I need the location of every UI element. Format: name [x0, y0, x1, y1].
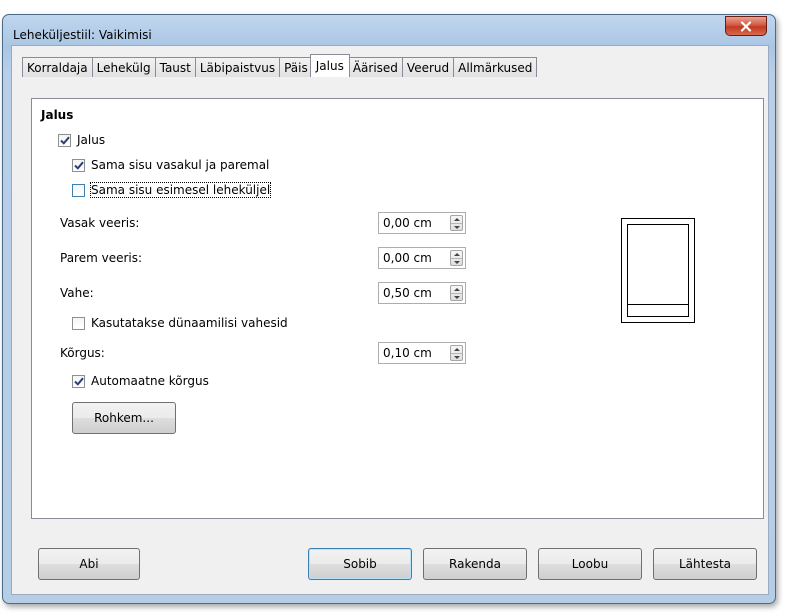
tab-aarised[interactable]: Äärised [347, 57, 403, 77]
help-button-label: Abi [79, 557, 99, 571]
right-margin-label: Parem veeris: [60, 251, 143, 265]
spin-arrows-icon[interactable] [450, 215, 463, 231]
checkmark-icon [73, 377, 84, 386]
footer-on-label: Jalus [77, 133, 106, 147]
same-first-page-checkbox-row[interactable]: Sama sisu esimesel leheküljel [72, 182, 272, 198]
tab-labipaistvus[interactable]: Läbipaistvus [194, 57, 281, 77]
left-margin-label: Vasak veeris: [60, 216, 140, 230]
tab-allmarkused[interactable]: Allmärkused [453, 57, 538, 77]
more-button[interactable]: Rohkem... [72, 402, 176, 434]
tab-label: Äärised [352, 60, 398, 75]
cancel-button-label: Loobu [571, 557, 609, 571]
spin-arrows-icon[interactable] [450, 345, 463, 361]
tab-jalus[interactable]: Jalus [309, 54, 350, 77]
apply-button[interactable]: Rakenda [423, 548, 527, 580]
left-margin-value[interactable]: 0,00 cm [383, 216, 432, 230]
tab-label: Taust [159, 60, 191, 75]
left-margin-spinbox[interactable]: 0,00 cm [378, 212, 466, 234]
help-button[interactable]: Abi [38, 548, 140, 580]
checkmark-icon [59, 136, 70, 145]
close-button[interactable] [725, 16, 767, 36]
tab-korraldaja[interactable]: Korraldaja [22, 57, 93, 77]
auto-height-label: Automaatne kõrgus [91, 374, 209, 388]
footer-on-checkbox[interactable] [58, 133, 71, 147]
tab-label: Jalus [315, 59, 344, 73]
tab-label: Korraldaja [27, 60, 88, 75]
height-label: Kõrgus: [60, 346, 105, 360]
auto-height-checkbox-row[interactable]: Automaatne kõrgus [72, 374, 209, 388]
page-preview-footer-line [627, 304, 689, 305]
right-margin-value[interactable]: 0,00 cm [383, 251, 432, 265]
section-title: Jalus [41, 108, 74, 122]
same-left-right-label: Sama sisu vasakul ja paremal [91, 158, 270, 172]
ok-button-label: Sobib [343, 557, 377, 571]
same-first-page-label: Sama sisu esimesel leheküljel [89, 182, 272, 198]
same-left-right-checkbox[interactable] [72, 158, 85, 172]
right-margin-spinbox[interactable]: 0,00 cm [378, 247, 466, 269]
dynamic-spacing-label: Kasutatakse dünaamilisi vahesid [91, 316, 288, 330]
spin-arrows-icon[interactable] [450, 250, 463, 266]
spacing-value[interactable]: 0,50 cm [383, 286, 432, 300]
reset-button-label: Lähtesta [678, 557, 732, 571]
apply-button-label: Rakenda [449, 557, 501, 571]
tab-label: Läbipaistvus [199, 60, 276, 75]
same-first-page-checkbox[interactable] [72, 183, 85, 197]
tab-pais[interactable]: Päis [279, 57, 313, 77]
tab-lehekulg[interactable]: Lehekülg [91, 57, 156, 77]
dynamic-spacing-checkbox[interactable] [72, 316, 85, 330]
spin-arrows-icon[interactable] [450, 285, 463, 301]
tab-veerud[interactable]: Veerud [401, 57, 455, 77]
tab-label: Päis [284, 60, 308, 75]
height-value[interactable]: 0,10 cm [383, 346, 432, 360]
dynamic-spacing-checkbox-row[interactable]: Kasutatakse dünaamilisi vahesid [72, 316, 288, 330]
page-preview [621, 218, 695, 323]
same-left-right-checkbox-row[interactable]: Sama sisu vasakul ja paremal [72, 158, 269, 172]
tab-bar: Korraldaja Lehekülg Taust Läbipaistvus P… [22, 54, 538, 77]
tab-taust[interactable]: Taust [154, 57, 196, 77]
height-spinbox[interactable]: 0,10 cm [378, 342, 466, 364]
spacing-label: Vahe: [60, 286, 94, 300]
checkmark-icon [73, 161, 84, 170]
more-button-label: Rohkem... [94, 411, 154, 425]
footer-on-checkbox-row[interactable]: Jalus [58, 133, 105, 147]
tab-label: Veerud [406, 60, 450, 75]
ok-button[interactable]: Sobib [308, 548, 412, 580]
spacing-spinbox[interactable]: 0,50 cm [378, 282, 466, 304]
auto-height-checkbox[interactable] [72, 374, 85, 388]
tab-label: Lehekülg [96, 60, 151, 75]
window-title: Leheküljestiil: Vaikimisi [13, 28, 152, 42]
tab-label: Allmärkused [458, 60, 533, 75]
reset-button[interactable]: Lähtesta [653, 548, 757, 580]
close-icon [740, 20, 752, 32]
cancel-button[interactable]: Loobu [538, 548, 642, 580]
